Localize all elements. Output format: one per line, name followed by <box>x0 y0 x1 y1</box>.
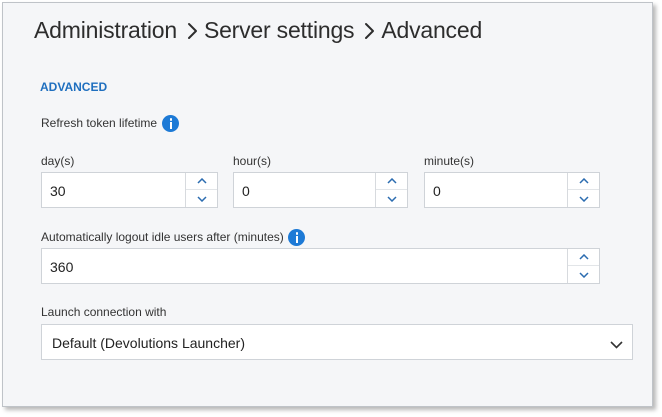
launch-connection-label: Launch connection with <box>41 305 167 319</box>
chevron-right-icon <box>364 22 375 40</box>
increment-button[interactable] <box>376 173 407 190</box>
minutes-spinner <box>567 173 599 207</box>
days-value[interactable]: 30 <box>50 183 66 199</box>
hours-stepper[interactable]: 0 <box>233 172 408 208</box>
breadcrumb-item-administration[interactable]: Administration <box>34 17 177 44</box>
chevron-down-icon[interactable] <box>610 336 623 354</box>
decrement-button[interactable] <box>568 190 599 207</box>
chevron-up-icon <box>386 178 397 184</box>
settings-window: Administration Server settings Advanced … <box>2 2 653 407</box>
idle-logout-stepper[interactable]: 360 <box>41 248 600 284</box>
minutes-stepper[interactable]: 0 <box>424 172 600 208</box>
breadcrumb-item-advanced: Advanced <box>381 17 483 43</box>
info-icon[interactable] <box>288 229 305 246</box>
launch-connection-select[interactable]: Default (Devolutions Launcher) <box>41 324 633 360</box>
decrement-button[interactable] <box>376 190 407 207</box>
days-stepper[interactable]: 30 <box>41 172 218 208</box>
chevron-right-icon <box>187 22 198 40</box>
increment-button[interactable] <box>568 249 599 266</box>
chevron-up-icon <box>196 178 207 184</box>
chevron-up-icon <box>578 254 589 260</box>
idle-logout-label: Automatically logout idle users after (m… <box>41 230 284 244</box>
section-title: ADVANCED <box>40 80 108 94</box>
chevron-up-icon <box>578 178 589 184</box>
hours-value[interactable]: 0 <box>242 183 250 199</box>
decrement-button[interactable] <box>186 190 217 207</box>
breadcrumb-item-server-settings[interactable]: Server settings <box>204 17 355 44</box>
days-label: day(s) <box>41 154 75 168</box>
increment-button[interactable] <box>186 173 217 190</box>
breadcrumb: Administration Server settings Advanced <box>34 17 482 44</box>
chevron-down-icon <box>578 195 589 202</box>
decrement-button[interactable] <box>568 266 599 283</box>
hours-spinner <box>375 173 407 207</box>
idle-logout-spinner <box>567 249 599 283</box>
minutes-value[interactable]: 0 <box>433 183 441 199</box>
info-icon[interactable] <box>162 115 179 132</box>
idle-logout-value[interactable]: 360 <box>50 259 73 275</box>
chevron-down-icon <box>196 195 207 202</box>
increment-button[interactable] <box>568 173 599 190</box>
days-spinner <box>185 173 217 207</box>
chevron-down-icon <box>386 195 397 202</box>
chevron-down-icon <box>578 271 589 278</box>
refresh-token-label: Refresh token lifetime <box>41 116 158 130</box>
launch-connection-value: Default (Devolutions Launcher) <box>52 335 245 351</box>
hours-label: hour(s) <box>233 154 272 168</box>
minutes-label: minute(s) <box>424 154 475 168</box>
